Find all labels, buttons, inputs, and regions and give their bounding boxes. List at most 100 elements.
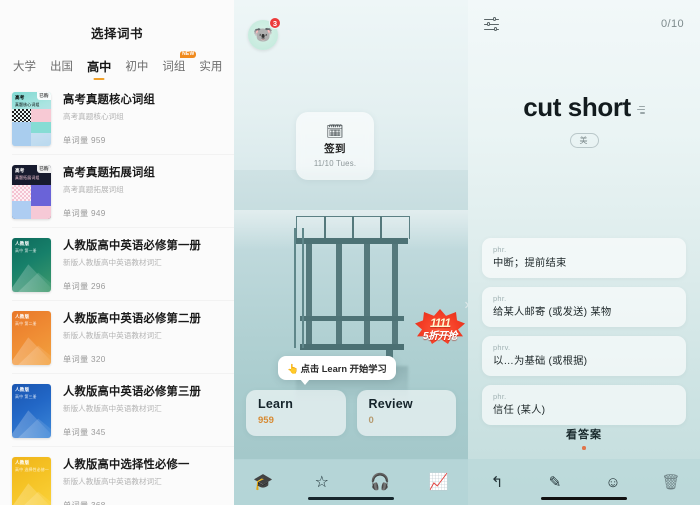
tab-高中[interactable]: 高中 xyxy=(80,50,118,82)
review-button[interactable]: Review 0 xyxy=(356,390,456,436)
page-title: 选择词书 xyxy=(0,0,234,50)
sliders-icon[interactable] xyxy=(484,17,499,31)
book-info: 人教版高中英语必修第一册 新版人教版高中英语教材词汇 单词量 296 xyxy=(63,238,224,292)
wordbook-list-item[interactable]: 人教版高中 选择性必修一人教版高中选择性必修一新版人教版高中英语教材词汇单词量 … xyxy=(0,447,234,505)
book-title: 人教版高中选择性必修一 xyxy=(63,459,190,471)
book-title: 高考真题核心词组 xyxy=(63,94,155,106)
pencil-icon[interactable]: ✎ xyxy=(526,473,584,491)
cover-title: 人教版 xyxy=(15,241,30,246)
tab-label: 初中 xyxy=(125,61,149,73)
wordbook-list-item[interactable]: 高考 真题核心词组 已购 高考真题核心词组 高考真题核心词组 单词量 959 xyxy=(0,82,234,155)
cover-subtitle: 真题核心词组 xyxy=(15,101,40,107)
cover-subtitle: 高中 第一册 xyxy=(15,247,37,253)
answer-option[interactable]: phr. 中断；提前结束 xyxy=(482,238,686,278)
book-info: 人教版高中英语必修第二册 新版人教版高中英语教材词汇 单词量 320 xyxy=(63,311,224,365)
progress-counter: 0/10 xyxy=(660,18,684,30)
option-part-of-speech: phr. xyxy=(493,392,507,401)
undo-icon[interactable]: ↰ xyxy=(468,473,526,491)
book-word-count: 单词量 345 xyxy=(63,428,106,437)
tab-实用[interactable]: 实用 xyxy=(192,50,229,82)
cover-subtitle: 真题拓展词组 xyxy=(15,174,40,180)
checkin-date: 11/10 Tues. xyxy=(313,159,357,168)
wordbook-list-item[interactable]: 人教版 高中 第一册 人教版高中英语必修第一册 新版人教版高中英语教材词汇 单词量 29… xyxy=(0,228,234,301)
trash-icon[interactable]: 🗑 xyxy=(642,473,700,491)
book-word-count: 单词量 959 xyxy=(63,136,106,145)
owned-badge: 已购 xyxy=(36,165,51,173)
action-label: Review xyxy=(368,397,413,411)
chart-icon[interactable]: 📈 xyxy=(410,472,469,492)
accent-badge[interactable]: 美 xyxy=(569,133,599,148)
category-tabs: 大学出国高中初中词组NEW实用其他小学 xyxy=(0,50,234,82)
quiz-word: cut short xyxy=(523,92,631,122)
comment-icon[interactable]: ☺ xyxy=(584,474,642,491)
tab-label: 大学 xyxy=(13,61,36,73)
pier-structure xyxy=(294,216,410,372)
book-word-count: 单词量 296 xyxy=(63,282,106,291)
headphones-icon[interactable]: 🎧 xyxy=(351,472,410,492)
owned-badge: 已购 xyxy=(36,92,51,100)
option-part-of-speech: phr. xyxy=(493,245,507,254)
option-meaning: 信任 (某人) xyxy=(493,405,546,416)
option-meaning: 以…为基础 (或根据) xyxy=(493,356,588,367)
promo-line2: 5折开抢 xyxy=(418,327,462,342)
tab-初中[interactable]: 初中 xyxy=(118,50,155,82)
promo-badge[interactable]: 1111 5折开抢 ✕ xyxy=(415,301,468,347)
wordbook-list-item[interactable]: 高考 真题拓展词组 已购 高考真题拓展词组 高考真题拓展词组 单词量 949 xyxy=(0,155,234,228)
book-title: 人教版高中英语必修第二册 xyxy=(63,313,201,325)
cover-title: 人教版 xyxy=(15,460,30,465)
answer-option[interactable]: phr. 给某人邮寄 (或发送) 某物 xyxy=(482,287,686,327)
book-word-count: 单词量 949 xyxy=(63,209,106,218)
wordbook-list-item[interactable]: 人教版 高中 第三册 人教版高中英语必修第三册 新版人教版高中英语教材词汇 单词量 34… xyxy=(0,374,234,447)
graduation-cap-icon[interactable]: 🎓 xyxy=(234,472,293,492)
book-info: 人教版高中英语必修第三册 新版人教版高中英语教材词汇 单词量 345 xyxy=(63,384,224,438)
answer-options: phr. 中断；提前结束 phr. 给某人邮寄 (或发送) 某物 phrv. 以…为基础 … xyxy=(482,238,686,425)
option-part-of-speech: phrv. xyxy=(493,343,511,352)
answer-option[interactable]: phrv. 以…为基础 (或根据) xyxy=(482,336,686,376)
book-info: 高考真题核心词组 高考真题核心词组 单词量 959 xyxy=(63,92,224,146)
book-description: 高考真题拓展词组 xyxy=(63,185,124,194)
action-count: 0 xyxy=(368,415,374,426)
home-panel: 🐨 3 🗓 签到 11/10 Tues. 1111 5折开抢 ✕ 👆点击 Lea… xyxy=(234,0,468,505)
tab-词组[interactable]: 词组 NEW xyxy=(155,50,197,82)
star-icon[interactable]: ☆ xyxy=(293,472,352,492)
calendar-icon: 🗓 xyxy=(326,123,344,139)
cover-title: 人教版 xyxy=(15,314,30,319)
book-description: 新版人教版高中英语教材词汇 xyxy=(63,258,162,267)
tab-大学[interactable]: 大学 xyxy=(6,50,43,82)
book-cover: 人教版 高中 选择性必修一 xyxy=(12,457,51,505)
tab-label: 词组 xyxy=(162,61,186,73)
wordbook-chooser-panel: 选择词书 大学出国高中初中词组NEW实用其他小学 高考真题核心词组已购高考真题核… xyxy=(0,0,234,505)
book-description: 高考真题核心词组 xyxy=(63,112,124,121)
tab-label: 实用 xyxy=(199,61,223,73)
tooltip-text: 点击 Learn 开始学习 xyxy=(300,364,387,374)
cover-title: 高考 xyxy=(15,95,25,100)
cover-subtitle: 高中 选择性必修一 xyxy=(15,466,50,472)
action-count: 959 xyxy=(258,415,274,426)
avatar[interactable]: 🐨 3 xyxy=(248,17,281,50)
tab-出国[interactable]: 出国 xyxy=(43,50,80,82)
book-cover: 人教版 高中 第二册 xyxy=(12,311,51,365)
wordbook-list-item[interactable]: 人教版 高中 第二册 人教版高中英语必修第二册 新版人教版高中英语教材词汇 单词量 32… xyxy=(0,301,234,374)
pointing-hand-icon: 👆 xyxy=(287,364,299,374)
book-description: 新版人教版高中英语教材词汇 xyxy=(63,477,162,486)
checkin-card[interactable]: 🗓 签到 11/10 Tues. xyxy=(296,112,374,180)
indicator-dot xyxy=(582,446,586,450)
answer-option[interactable]: phr. 信任 (某人) xyxy=(482,385,686,425)
book-cover: 高考 真题拓展词组 已购 xyxy=(12,165,51,219)
learn-button[interactable]: Learn 959 xyxy=(246,390,346,436)
book-word-count: 单词量 368 xyxy=(63,499,224,505)
book-cover: 人教版 高中 第一册 xyxy=(12,238,51,292)
option-meaning: 给某人邮寄 (或发送) 某物 xyxy=(493,307,612,318)
show-answer-label: 看答案 xyxy=(566,429,602,441)
option-meaning: 中断；提前结束 xyxy=(493,258,567,269)
quiz-panel: 0/10 cut short 美 phr. 中断；提前结束 phr. 给某人邮寄 (或… xyxy=(468,0,700,505)
tab-label: 出国 xyxy=(50,61,73,73)
wordbook-list[interactable]: 高考 真题核心词组 已购 高考真题核心词组 高考真题核心词组 单词量 959 高考 真题拓展词… xyxy=(0,82,234,505)
option-part-of-speech: phr. xyxy=(493,294,507,303)
book-cover: 高考 真题核心词组 已购 xyxy=(12,92,51,146)
show-answer-button[interactable]: 看答案 xyxy=(468,426,700,450)
book-cover: 人教版 高中 第三册 xyxy=(12,384,51,438)
speaker-icon[interactable] xyxy=(636,105,645,115)
book-info: 人教版高中选择性必修一新版人教版高中英语教材词汇单词量 368 xyxy=(63,457,224,505)
word-block: cut short 美 xyxy=(468,92,700,148)
